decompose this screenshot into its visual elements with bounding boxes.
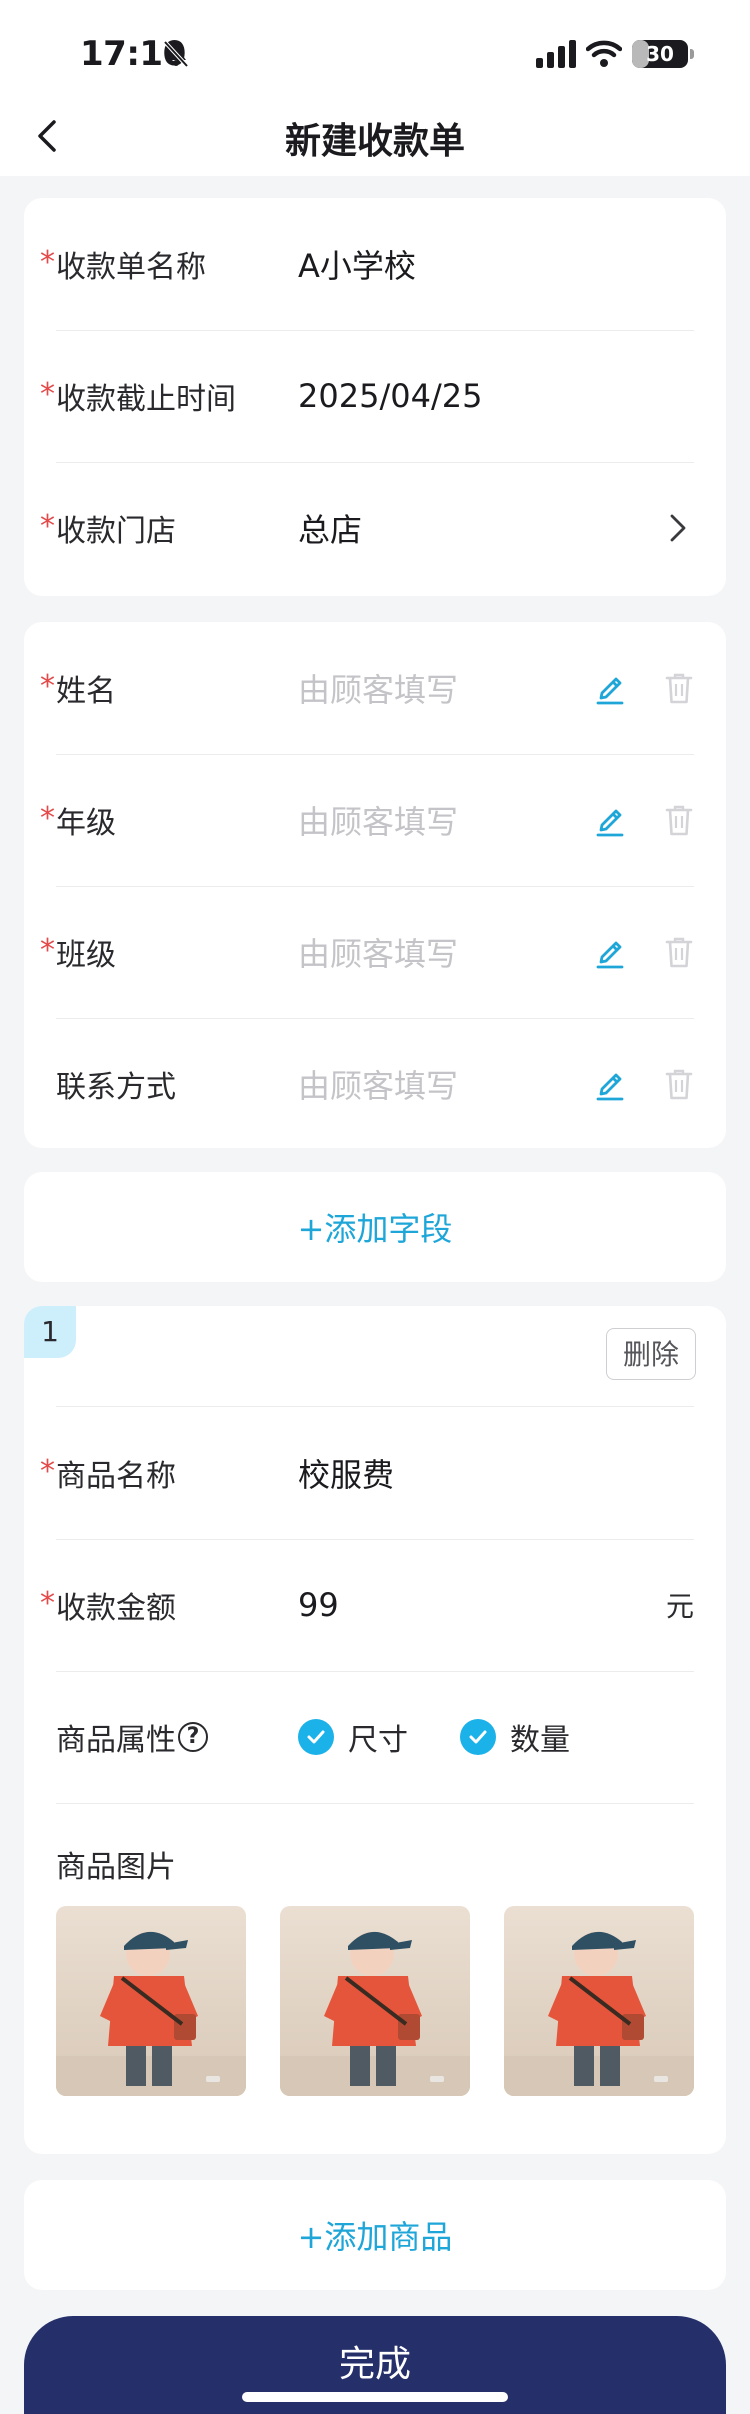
required-mark: * — [40, 800, 55, 836]
trash-icon[interactable] — [664, 1067, 694, 1101]
custom-field-row: * 年级 由顾客填写 — [40, 754, 694, 887]
field-label: 班级 — [56, 938, 116, 973]
basic-info-card: * 收款单名称 A小学校 * 收款截止时间 2025/04/25 * 收款门店 … — [24, 198, 726, 596]
deadline-value[interactable]: 2025/04/25 — [298, 330, 482, 462]
goods-images-section: 商品图片 — [24, 1836, 726, 2136]
store-value[interactable]: 总店 — [298, 462, 362, 594]
currency-unit: 元 — [665, 1590, 694, 1623]
boy-illustration-image — [504, 1931, 694, 2096]
help-question-icon[interactable]: ? — [178, 1722, 208, 1752]
goods-card: 1 删除 * 商品名称 校服费 * 收款金额 99 元 商品属性 ? 尺寸 数量 — [24, 1306, 726, 2154]
required-mark: * — [40, 508, 55, 544]
amount-value[interactable]: 99 — [298, 1539, 339, 1671]
form-row-attributes: 商品属性 ? 尺寸 数量 — [56, 1671, 694, 1804]
goods-index-badge: 1 — [24, 1306, 76, 1358]
required-mark: * — [40, 932, 55, 968]
field-placeholder: 由顾客填写 — [298, 1067, 459, 1105]
field-label: 收款截止时间 — [56, 382, 236, 417]
checkbox-label: 数量 — [510, 1723, 570, 1758]
chevron-right-icon[interactable] — [666, 510, 690, 546]
field-label: 收款金额 — [56, 1591, 176, 1626]
required-mark: * — [40, 244, 55, 280]
form-row-store[interactable]: * 收款门店 总店 — [40, 462, 694, 594]
wifi-icon — [586, 40, 622, 67]
field-label: 收款单名称 — [56, 250, 206, 285]
home-indicator — [242, 2392, 508, 2402]
boy-illustration-image — [56, 1931, 246, 2096]
checkmark-icon — [460, 1719, 496, 1755]
edit-pencil-icon[interactable] — [594, 803, 626, 837]
goods-image-thumbnail[interactable] — [56, 1906, 246, 2096]
edit-pencil-icon[interactable] — [594, 935, 626, 969]
required-mark: * — [40, 1585, 55, 1621]
customer-fields-card: * 姓名 由顾客填写 * 年级 由顾客填写 * 班级 由顾客填写 联系方式 由顾… — [24, 622, 726, 1148]
trash-icon[interactable] — [664, 935, 694, 969]
field-placeholder: 由顾客填写 — [298, 935, 459, 973]
field-label: 收款门店 — [56, 514, 176, 549]
field-placeholder: 由顾客填写 — [298, 803, 459, 841]
goods-name-value[interactable]: 校服费 — [298, 1407, 394, 1539]
field-label-with-help: 商品属性 ? — [56, 1671, 208, 1803]
trash-icon[interactable] — [664, 671, 694, 705]
required-mark: * — [40, 376, 55, 412]
battery-level: 30 — [646, 42, 674, 66]
form-row-deadline[interactable]: * 收款截止时间 2025/04/25 — [40, 330, 694, 463]
delete-goods-button[interactable]: 删除 — [606, 1328, 696, 1380]
add-goods-button[interactable]: +添加商品 — [24, 2180, 726, 2290]
field-label: 商品属性 — [56, 1723, 176, 1758]
boy-illustration-image — [280, 1931, 470, 2096]
battery-indicator: 30 — [632, 40, 694, 68]
page-title: 新建收款单 — [284, 121, 465, 162]
custom-field-row: 联系方式 由顾客填写 — [56, 1018, 694, 1150]
form-row-receipt-name[interactable]: * 收款单名称 A小学校 — [40, 198, 694, 331]
checkmark-icon — [298, 1719, 334, 1755]
form-row-goods-name[interactable]: * 商品名称 校服费 — [40, 1407, 694, 1540]
goods-image-thumbnail[interactable] — [504, 1906, 694, 2096]
field-label: 姓名 — [56, 674, 116, 709]
edit-pencil-icon[interactable] — [594, 1067, 626, 1101]
field-label: 联系方式 — [56, 1070, 176, 1105]
custom-field-row: * 姓名 由顾客填写 — [40, 622, 694, 755]
custom-field-row: * 班级 由顾客填写 — [40, 886, 694, 1019]
add-field-card: +添加字段 — [24, 1172, 726, 1282]
field-label: 商品名称 — [56, 1459, 176, 1494]
goods-image-thumbnail[interactable] — [280, 1906, 470, 2096]
add-field-button[interactable]: +添加字段 — [24, 1172, 726, 1282]
trash-icon[interactable] — [664, 803, 694, 837]
nav-bar: 新建收款单 — [0, 100, 750, 176]
status-bar: 17:10 30 — [0, 0, 750, 100]
bell-muted-icon — [163, 40, 189, 68]
attr-checkbox-size[interactable]: 尺寸 — [298, 1715, 408, 1759]
receipt-name-value[interactable]: A小学校 — [298, 198, 416, 330]
field-placeholder: 由顾客填写 — [298, 671, 459, 709]
attr-checkbox-quantity[interactable]: 数量 — [460, 1715, 570, 1759]
cellular-signal-icon — [536, 40, 576, 68]
required-mark: * — [40, 668, 55, 704]
add-goods-card: +添加商品 — [24, 2180, 726, 2290]
form-row-amount[interactable]: * 收款金额 99 元 — [40, 1539, 694, 1672]
required-mark: * — [40, 1453, 55, 1489]
image-section-label: 商品图片 — [56, 1850, 176, 1885]
field-label: 年级 — [56, 806, 116, 841]
edit-pencil-icon[interactable] — [594, 671, 626, 705]
checkbox-label: 尺寸 — [348, 1723, 408, 1758]
